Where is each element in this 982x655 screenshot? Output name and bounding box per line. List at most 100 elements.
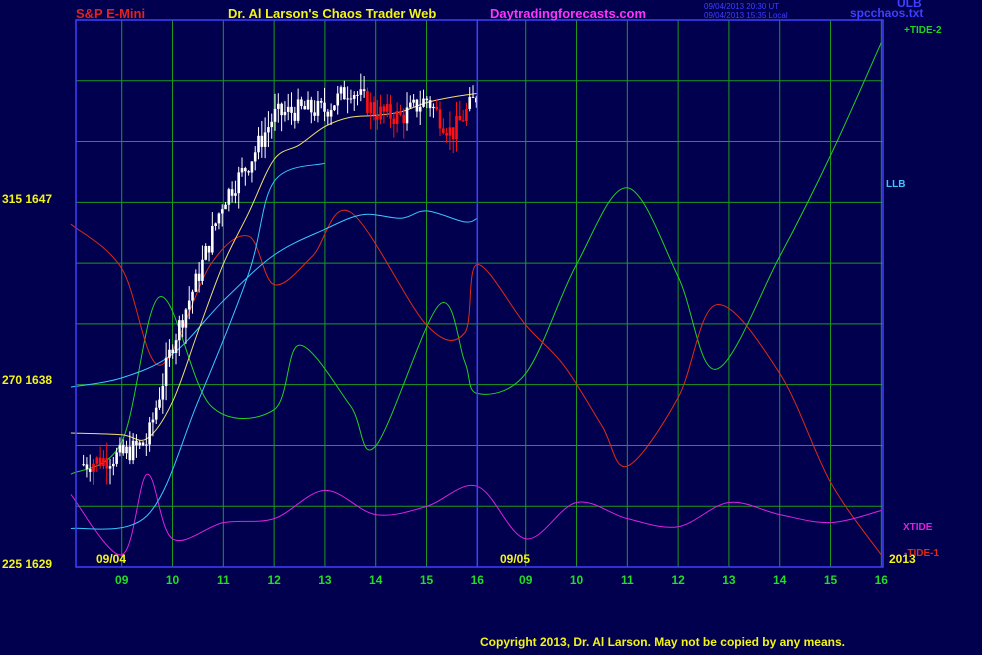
price-candle-body (257, 135, 260, 153)
price-candle-body (329, 110, 333, 117)
price-candle-body (346, 98, 349, 100)
series-ulb-line (70, 162, 326, 530)
price-candle-body (310, 99, 313, 113)
price-candle-body (336, 93, 340, 106)
x-tick-label: 13 (318, 573, 332, 587)
price-candle-body (352, 94, 356, 99)
x-date-label: 09/04 (96, 552, 126, 566)
price-candle-body (135, 440, 138, 446)
price-candle-body (88, 469, 92, 472)
price-candle-body (187, 300, 191, 310)
price-candle-body (230, 189, 234, 196)
price-candle-body (207, 246, 211, 253)
series-annotation-tide-2: +TIDE-2 (904, 25, 942, 36)
price-candle-body (224, 204, 227, 210)
series-annotation-xtide: XTIDE (903, 522, 933, 533)
price-candle-body (128, 446, 132, 461)
price-candle-body (244, 168, 247, 172)
price-candle-body (214, 223, 217, 226)
price-candle-body (217, 213, 221, 224)
price-candle-body (263, 132, 267, 147)
price-candle-body (313, 112, 316, 116)
price-candle-body (379, 106, 382, 120)
price-candle-body (455, 115, 458, 140)
price-candle-body (154, 407, 158, 420)
price-candle-body (286, 106, 290, 112)
ulb-label: ULB (897, 0, 922, 10)
price-candle-body (296, 99, 300, 121)
price-candle-body (260, 135, 264, 147)
header-site[interactable]: Daytradingforecasts.com (490, 6, 646, 21)
price-candle-body (174, 340, 178, 354)
price-candle-body (471, 96, 475, 98)
price-candle-body (151, 419, 155, 423)
price-candle-body (359, 89, 363, 95)
price-candle-body (197, 273, 201, 281)
series-annotation-tide-1: -TIDE-1 (904, 548, 939, 559)
price-candle-body (319, 100, 323, 103)
series-annotation-llb: LLB (886, 179, 905, 190)
price-candle-body (389, 104, 392, 119)
x-tick-label: 09 (519, 573, 533, 587)
price-candle-body (240, 168, 244, 173)
price-candle-body (343, 87, 346, 100)
x-tick-label: 16 (875, 573, 889, 587)
price-candle-body (385, 104, 389, 112)
price-candle-body (138, 442, 142, 446)
price-candle-body (168, 349, 171, 358)
price-candle-body (306, 99, 310, 110)
price-candle-body (121, 444, 125, 454)
price-candle-body (102, 458, 105, 467)
x-tick-label: 11 (621, 573, 634, 587)
price-candle-body (95, 457, 99, 464)
x-tick-label: 16 (471, 573, 485, 587)
price-candle-body (277, 103, 280, 109)
price-candle-body (270, 121, 274, 128)
price-candle-body (267, 127, 270, 133)
price-candle-body (227, 189, 231, 205)
price-candle-body (445, 132, 448, 136)
price-candle-body (326, 111, 330, 117)
price-candle-body (204, 246, 208, 260)
price-candle-body (425, 98, 429, 101)
price-candle-body (181, 320, 184, 328)
series-layer (70, 42, 882, 556)
price-candle-body (300, 99, 303, 107)
price-candle-body (161, 385, 165, 400)
x-tick-label: 12 (267, 573, 281, 587)
price-candle-body (115, 452, 118, 464)
price-candle-body (339, 87, 343, 94)
price-candle-body (458, 115, 462, 121)
price-candle-body (405, 107, 409, 124)
price-candle-body (412, 99, 415, 103)
price-candle-body (392, 118, 396, 124)
price-candle-body (399, 111, 402, 115)
price-candle-body (382, 106, 386, 112)
x-tick-label: 13 (722, 573, 736, 587)
chaos-chart: S&P E-Mini Dr. Al Larson's Chaos Trader … (0, 0, 982, 650)
footer-copyright: Copyright 2013, Dr. Al Larson. May not b… (480, 635, 845, 649)
header-timestamp-2: 09/04/2013 15:35 Local (704, 11, 788, 20)
price-candle-body (395, 111, 399, 124)
price-candle-body (247, 171, 250, 173)
price-candle-body (432, 106, 435, 109)
price-candle-body (194, 273, 198, 292)
price-candle-body (415, 99, 419, 112)
price-candle-body (273, 108, 277, 122)
price-candle-body (465, 108, 468, 121)
price-candle-body (366, 91, 369, 114)
x-tick-label: 14 (773, 573, 787, 587)
x-tick-label: 15 (824, 573, 838, 587)
price-candle-body (141, 442, 145, 446)
price-candle-body (303, 106, 307, 110)
price-candle-body (418, 106, 422, 112)
price-candle-body (118, 444, 122, 453)
header-timestamp-1: 09/04/2013 20:30 UT (704, 2, 779, 11)
price-candle-body (253, 152, 257, 162)
x-tick-label: 11 (217, 573, 230, 587)
price-candle-body (293, 112, 297, 121)
price-candle-body (323, 102, 326, 112)
price-candle-body (442, 128, 445, 133)
price-candle-body (369, 102, 373, 114)
price-candle-body (333, 105, 336, 111)
